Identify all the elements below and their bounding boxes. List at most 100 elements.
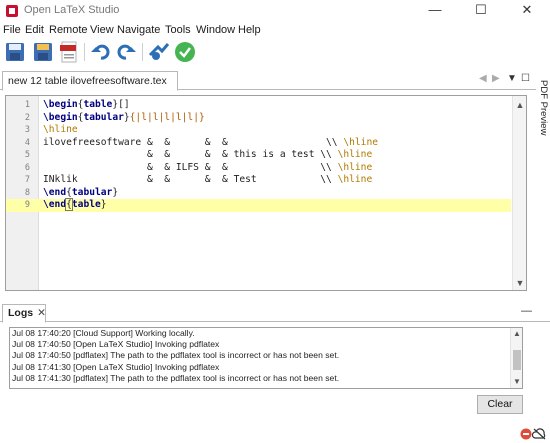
cloud-offline-icon[interactable] xyxy=(531,428,546,440)
tab-scroll-left-icon[interactable]: ◀ xyxy=(479,73,487,84)
code-token: } xyxy=(100,199,107,210)
code-text: \end{table} xyxy=(43,198,107,212)
menu-navigate[interactable]: Navigate xyxy=(117,24,160,36)
hline-command: \hline xyxy=(343,136,379,148)
line-number: 7 xyxy=(24,175,30,185)
code-line[interactable]: 7 INklik & & & & Test \\ \hline xyxy=(6,174,511,187)
window-title: Open LaTeX Studio xyxy=(24,4,120,16)
code-line[interactable]: 5 & & & & this is a test \\ \hline xyxy=(6,149,511,162)
toolbar-separator xyxy=(142,43,143,61)
code-text: \begin{tabular}{|l|l|l|l|l|} xyxy=(43,112,205,125)
maximize-editor-icon[interactable]: ☐ xyxy=(521,73,530,84)
latex-command: \end xyxy=(43,186,67,198)
code-text: \end{tabular} xyxy=(43,187,118,200)
log-line: Jul 08 17:40:50 [Open LaTeX Studio] Invo… xyxy=(12,339,220,350)
code-lines[interactable]: 1 \begin{table}[] 2 \begin{tabular}{|l|l|l|… xyxy=(6,99,511,212)
dropbox-icon[interactable] xyxy=(148,41,170,63)
scroll-up-icon[interactable]: ▲ xyxy=(513,100,527,110)
logs-tab-label: Logs xyxy=(8,307,34,319)
editor-scrollbar[interactable]: ▲ ▼ xyxy=(512,96,526,290)
scroll-thumb[interactable] xyxy=(513,350,521,370)
stop-icon[interactable] xyxy=(520,428,532,440)
pdf-preview-label[interactable]: PDF Preview xyxy=(538,80,549,135)
tab-logs[interactable]: Logs ✕ xyxy=(2,304,46,323)
hline-command: \hline xyxy=(337,149,373,160)
toolbar xyxy=(0,39,550,67)
code-token: & & ILFS & & \\ xyxy=(43,161,338,173)
line-number: 9 xyxy=(24,200,30,210)
menu-remote[interactable]: Remote xyxy=(49,24,88,36)
code-text: INklik & & & & Test \\ \hline xyxy=(43,174,372,187)
menu-tools[interactable]: Tools xyxy=(165,24,191,36)
latex-command: \end xyxy=(43,199,67,210)
minimize-logs-button[interactable]: — xyxy=(521,305,532,317)
code-line[interactable]: 9 \end{table} xyxy=(6,198,511,212)
pdf-export-icon[interactable] xyxy=(58,41,80,63)
line-number: 8 xyxy=(24,187,30,198)
latex-command: tabular xyxy=(71,186,113,198)
line-number: 6 xyxy=(24,162,30,173)
log-line: Jul 08 17:41:30 [pdflatex] The path to t… xyxy=(12,372,340,383)
editor-tab-strip: new 12 table ilovefreesoftware.tex ◀ ▶ ▼… xyxy=(0,70,536,91)
log-line: Jul 08 17:40:50 [pdflatex] The path to t… xyxy=(12,350,340,361)
code-token: & & & & this is a test \\ xyxy=(43,149,338,160)
scroll-up-icon[interactable]: ▲ xyxy=(511,329,522,338)
latex-command: table xyxy=(71,199,101,210)
compile-check-icon[interactable] xyxy=(174,41,196,63)
maximize-button[interactable]: ☐ xyxy=(458,0,504,22)
tab-document[interactable]: new 12 table ilovefreesoftware.tex xyxy=(2,71,178,91)
latex-command: \begin xyxy=(43,111,78,123)
menu-bar: File Edit Remote View Navigate Tools Win… xyxy=(0,22,550,39)
hline-command: \hline xyxy=(337,174,373,185)
scroll-down-icon[interactable]: ▼ xyxy=(513,278,527,288)
code-line[interactable]: 4 ilovefreesoftware & & & & \\ \hline xyxy=(6,137,511,150)
line-number: 5 xyxy=(24,150,30,160)
code-token: }[] xyxy=(112,99,130,110)
clear-logs-button[interactable]: Clear xyxy=(477,395,523,414)
log-line: Jul 08 17:40:20 [Cloud Support] Working … xyxy=(12,328,195,338)
menu-edit[interactable]: Edit xyxy=(25,24,44,36)
redo-icon[interactable] xyxy=(115,41,137,63)
line-number: 2 xyxy=(24,112,30,123)
menu-help[interactable]: Help xyxy=(238,24,261,36)
code-line[interactable]: 8 \end{tabular} xyxy=(6,187,511,200)
toolbar-separator xyxy=(84,43,85,61)
code-line[interactable]: 1 \begin{table}[] xyxy=(6,99,511,112)
code-text: & & & & this is a test \\ \hline xyxy=(43,149,372,162)
minimize-button[interactable]: — xyxy=(412,0,458,22)
code-line[interactable]: 2 \begin{tabular}{|l|l|l|l|l|} xyxy=(6,112,511,125)
undo-icon[interactable] xyxy=(90,41,112,63)
hline-command: \hline xyxy=(337,161,373,173)
code-editor[interactable]: 1 \begin{table}[] 2 \begin{tabular}{|l|l|l|… xyxy=(5,95,527,291)
latex-command: tabular xyxy=(83,111,124,123)
save-all-icon[interactable] xyxy=(32,41,54,63)
code-token: ilovefreesoftware & & & & \\ xyxy=(43,136,344,148)
tab-scroll-right-icon[interactable]: ▶ xyxy=(492,73,500,84)
log-scrollbar[interactable]: ▲ ▼ xyxy=(510,328,522,388)
menu-file[interactable]: File xyxy=(3,24,21,36)
app-logo-icon xyxy=(6,5,18,17)
log-output[interactable]: Jul 08 17:40:20 [Cloud Support] Working … xyxy=(9,327,523,389)
code-token: } xyxy=(112,186,119,198)
save-icon[interactable] xyxy=(4,41,26,63)
menu-window[interactable]: Window xyxy=(196,24,235,36)
close-window-button[interactable]: ✕ xyxy=(504,0,550,22)
title-bar: Open LaTeX Studio — ☐ ✕ xyxy=(0,0,550,22)
latex-command: \begin xyxy=(43,99,78,110)
code-line[interactable]: 3 \hline xyxy=(6,124,511,137)
code-token: INklik & & & & Test \\ xyxy=(43,174,338,185)
latex-command: table xyxy=(83,99,113,110)
logs-tab-strip: Logs ✕ — xyxy=(0,303,550,323)
tab-list-dropdown-icon[interactable]: ▼ xyxy=(507,73,517,84)
menu-view[interactable]: View xyxy=(90,24,114,36)
code-text: \hline xyxy=(43,124,78,137)
code-line[interactable]: 6 & & ILFS & & \\ \hline xyxy=(6,162,511,175)
code-text: \begin{table}[] xyxy=(43,99,130,112)
code-token: {|l|l|l|l|l|} xyxy=(129,111,205,123)
scroll-down-icon[interactable]: ▼ xyxy=(511,377,522,386)
close-icon[interactable]: ✕ xyxy=(37,307,46,319)
pdf-preview-panel[interactable]: PDF Preview xyxy=(536,70,550,320)
code-text: ilovefreesoftware & & & & \\ \hline xyxy=(43,137,378,150)
code-text: & & ILFS & & \\ \hline xyxy=(43,162,372,175)
line-number: 4 xyxy=(24,137,30,148)
